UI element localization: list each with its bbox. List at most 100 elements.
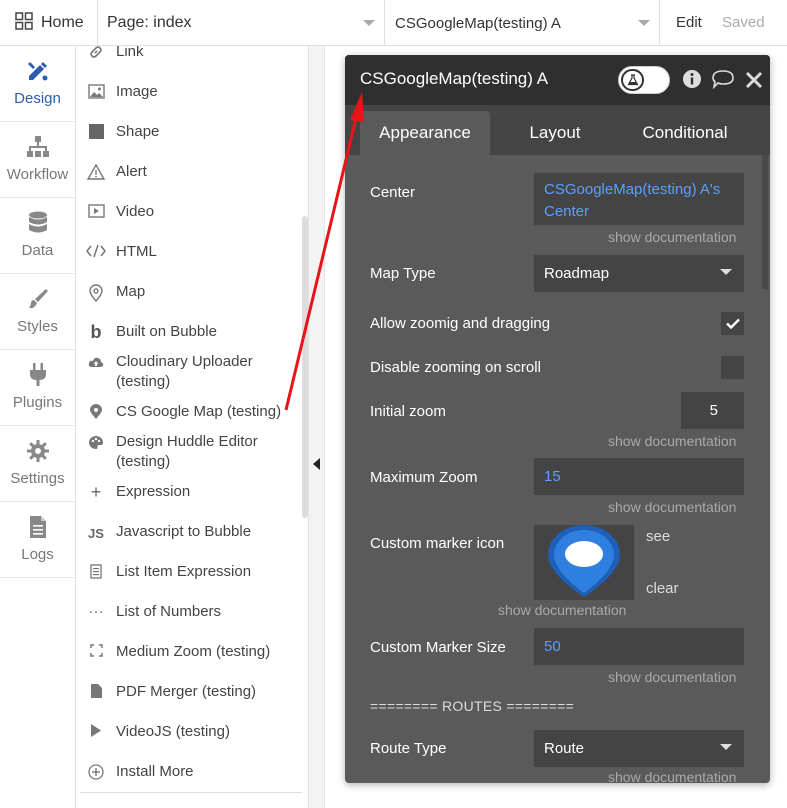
checkmark-icon — [725, 318, 740, 329]
test-mode-toggle[interactable] — [618, 66, 670, 94]
palette-item-map[interactable]: Map — [76, 282, 304, 302]
palette-item-cs-google-map[interactable]: CS Google Map (testing) — [76, 402, 304, 422]
location-pin-icon — [76, 402, 116, 419]
marker-size-show-documentation[interactable]: show documentation — [608, 669, 736, 685]
initial-zoom-label: Initial zoom — [370, 403, 446, 420]
chevron-down-icon — [720, 269, 732, 275]
palette-item-shape[interactable]: Shape — [76, 122, 304, 142]
code-icon — [76, 242, 116, 258]
nav-styles[interactable]: Styles — [0, 274, 75, 350]
chevron-down-icon — [363, 20, 375, 26]
tab-layout[interactable]: Layout — [495, 111, 615, 155]
map-type-dropdown[interactable]: Roadmap — [534, 255, 744, 292]
collapse-arrow-icon[interactable] — [313, 458, 320, 470]
list-doc-icon — [76, 562, 116, 579]
disable-scroll-label: Disable zooming on scroll — [370, 359, 541, 376]
palette-item-videojs[interactable]: VideoJS (testing) — [76, 722, 304, 742]
nav-design-label: Design — [14, 90, 61, 107]
palette-item-video[interactable]: Video — [76, 202, 304, 222]
marker-see-link[interactable]: see — [646, 528, 670, 545]
palette-item-cloudinary[interactable]: Cloudinary Uploader (testing) — [76, 352, 304, 392]
logs-icon — [29, 516, 46, 538]
close-icon[interactable] — [745, 71, 763, 94]
property-tabs: Appearance Layout Conditional — [345, 105, 770, 155]
map-marker-icon — [548, 525, 620, 597]
map-pin-icon — [76, 282, 116, 302]
marker-icon-label: Custom marker icon — [370, 535, 505, 552]
route-type-dropdown[interactable]: Route — [534, 730, 744, 767]
nav-settings[interactable]: Settings — [0, 426, 75, 502]
flask-icon — [621, 69, 644, 91]
marker-clear-link[interactable]: clear — [646, 580, 679, 597]
palette-item-medium-zoom[interactable]: Medium Zoom (testing) — [76, 642, 304, 662]
saved-status: Saved — [722, 14, 765, 31]
image-icon — [76, 82, 116, 99]
js-icon: JS — [88, 526, 104, 541]
ellipsis-icon: ··· — [88, 603, 104, 620]
expand-icon — [76, 642, 116, 657]
palette-item-built-on-bubble[interactable]: b Built on Bubble — [76, 322, 304, 342]
collapse-strip[interactable] — [308, 46, 325, 808]
edit-mode-button[interactable]: Edit — [676, 14, 702, 31]
palette-item-list-of-numbers[interactable]: ··· List of Numbers — [76, 602, 304, 622]
data-icon — [28, 211, 47, 233]
center-field[interactable]: CSGoogleMap(testing) A's Center — [534, 173, 744, 225]
nav-plugins[interactable]: Plugins — [0, 350, 75, 426]
nav-design[interactable]: Design — [0, 46, 75, 122]
property-scrollbar[interactable] — [762, 155, 768, 289]
chevron-down-icon — [638, 20, 650, 26]
property-editor-header: CSGoogleMap(testing) A — [345, 55, 770, 105]
home-label: Home — [41, 14, 84, 31]
tab-conditional[interactable]: Conditional — [620, 111, 750, 155]
palette-item-link[interactable]: Link — [76, 46, 304, 62]
initial-zoom-show-documentation[interactable]: show documentation — [608, 433, 736, 449]
disable-scroll-checkbox[interactable] — [721, 356, 744, 379]
allow-zoom-checkbox[interactable] — [721, 312, 744, 335]
marker-icon-show-documentation[interactable]: show documentation — [498, 602, 626, 618]
routes-section-divider: ======== ROUTES ======== — [370, 698, 575, 714]
marker-icon-preview[interactable] — [534, 525, 634, 600]
plugins-icon — [29, 363, 46, 386]
center-show-documentation[interactable]: show documentation — [608, 229, 736, 245]
max-zoom-show-documentation[interactable]: show documentation — [608, 499, 736, 515]
route-type-show-documentation[interactable]: show documentation — [608, 769, 736, 783]
initial-zoom-input[interactable]: 5 — [681, 392, 744, 429]
element-selector[interactable]: CSGoogleMap(testing) A — [385, 0, 660, 46]
map-type-label: Map Type — [370, 265, 436, 282]
palette-item-javascript-to-bubble[interactable]: JS Javascript to Bubble — [76, 522, 304, 544]
palette-item-list-item-expression[interactable]: List Item Expression — [76, 562, 304, 582]
element-selector-label: CSGoogleMap(testing) A — [395, 14, 561, 32]
nav-data-label: Data — [21, 242, 54, 259]
nav-settings-label: Settings — [10, 470, 65, 487]
left-navigation: Design Workflow Data Styles Plugins Sett… — [0, 46, 76, 808]
palette-item-image[interactable]: Image — [76, 82, 304, 102]
comment-icon[interactable] — [711, 69, 735, 94]
info-icon[interactable] — [682, 69, 702, 94]
center-label: Center — [370, 184, 416, 201]
tab-appearance[interactable]: Appearance — [360, 111, 490, 155]
palette-item-install-more[interactable]: Install More — [76, 762, 304, 782]
max-zoom-input[interactable]: 15 — [534, 458, 744, 495]
palette-item-design-huddle[interactable]: Design Huddle Editor (testing) — [76, 432, 304, 472]
palette-item-alert[interactable]: Alert — [76, 162, 304, 182]
palette-item-html[interactable]: HTML — [76, 242, 304, 262]
nav-workflow-label: Workflow — [6, 166, 69, 183]
settings-icon — [26, 440, 49, 462]
route-type-label: Route Type — [370, 740, 447, 757]
nav-data[interactable]: Data — [0, 198, 75, 274]
nav-logs-label: Logs — [21, 546, 54, 563]
marker-size-input[interactable]: 50 — [534, 628, 744, 665]
nav-styles-label: Styles — [17, 318, 58, 335]
marker-size-label: Custom Marker Size — [370, 639, 506, 656]
palette-item-expression[interactable]: + Expression — [76, 482, 304, 502]
page-selector[interactable]: Page: index — [98, 0, 385, 46]
palette-icon — [76, 432, 116, 449]
chevron-down-icon — [720, 744, 732, 750]
page-selector-label: Page: index — [107, 14, 192, 31]
nav-workflow[interactable]: Workflow — [0, 122, 75, 198]
plus-icon: + — [90, 482, 102, 502]
property-editor: CSGoogleMap(testing) A Appearance Layout… — [345, 55, 770, 783]
palette-item-pdf-merger[interactable]: PDF Merger (testing) — [76, 682, 304, 702]
home-button[interactable]: Home — [0, 0, 98, 46]
nav-logs[interactable]: Logs — [0, 502, 75, 578]
